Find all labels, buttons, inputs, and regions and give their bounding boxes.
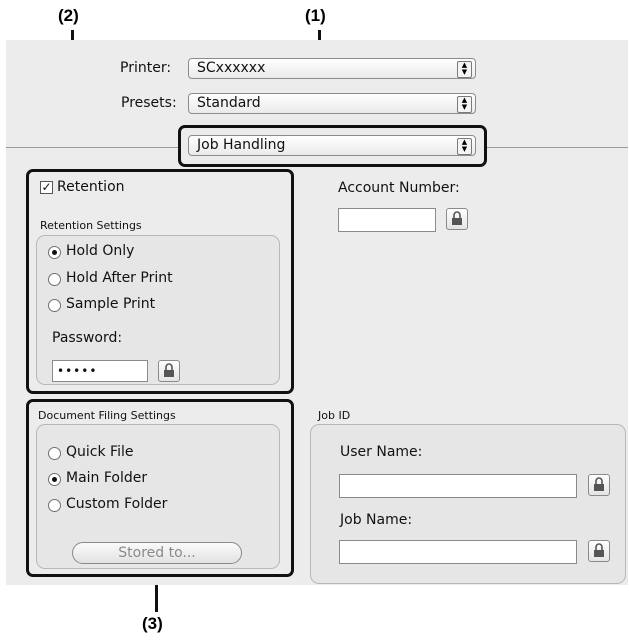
presets-popup[interactable]: Standard ▲ ▼ xyxy=(188,93,476,114)
retention-settings-label: Retention Settings xyxy=(40,219,142,232)
account-number-label: Account Number: xyxy=(338,180,460,196)
custom-folder-label: Custom Folder xyxy=(66,496,168,512)
user-name-label: User Name: xyxy=(340,444,423,460)
user-name-lock-button[interactable] xyxy=(588,474,610,496)
quick-file-label: Quick File xyxy=(66,444,134,460)
password-field[interactable]: ••••• xyxy=(52,360,148,382)
account-lock-button[interactable] xyxy=(446,208,468,230)
printer-value: SCxxxxxx xyxy=(197,60,266,76)
hold-only-label: Hold Only xyxy=(66,243,135,259)
printer-label: Printer: xyxy=(120,60,172,76)
updown-arrows-icon: ▲ ▼ xyxy=(457,138,472,155)
user-name-field[interactable] xyxy=(339,474,577,498)
radio-quick-file[interactable] xyxy=(48,447,61,460)
sample-print-label: Sample Print xyxy=(66,296,156,312)
callout-1: (1) xyxy=(305,6,326,25)
password-label: Password: xyxy=(52,330,123,346)
password-value: ••••• xyxy=(57,364,98,378)
callout-2: (2) xyxy=(58,6,79,25)
pane-value: Job Handling xyxy=(197,137,286,153)
job-id-label: Job ID xyxy=(318,409,351,422)
radio-main-folder[interactable] xyxy=(48,473,61,486)
retention-label: Retention xyxy=(57,179,125,195)
job-name-lock-button[interactable] xyxy=(588,540,610,562)
stored-to-button[interactable]: Stored to... xyxy=(72,542,242,564)
lock-icon xyxy=(164,363,174,377)
callout-3: (3) xyxy=(142,614,163,633)
retention-checkbox[interactable]: ✓ xyxy=(40,181,53,194)
presets-label: Presets: xyxy=(121,95,177,111)
checkmark-icon: ✓ xyxy=(41,180,52,194)
updown-arrows-icon: ▲ ▼ xyxy=(457,61,472,78)
lock-icon xyxy=(594,543,604,557)
pane-separator-left xyxy=(6,147,178,148)
updown-arrows-icon: ▲ ▼ xyxy=(457,96,472,113)
radio-sample-print[interactable] xyxy=(48,299,61,312)
lock-icon xyxy=(594,477,604,491)
pane-popup[interactable]: Job Handling ▲ ▼ xyxy=(188,135,476,156)
radio-hold-only[interactable] xyxy=(48,246,61,259)
hold-after-print-label: Hold After Print xyxy=(66,270,173,286)
password-lock-button[interactable] xyxy=(158,360,180,382)
radio-custom-folder[interactable] xyxy=(48,499,61,512)
lock-icon xyxy=(452,211,462,225)
account-number-field[interactable] xyxy=(338,208,436,232)
main-folder-label: Main Folder xyxy=(66,470,148,486)
job-name-field[interactable] xyxy=(339,540,577,564)
presets-value: Standard xyxy=(197,95,261,111)
pane-separator-right xyxy=(487,147,628,148)
radio-hold-after-print[interactable] xyxy=(48,273,61,286)
document-filing-label: Document Filing Settings xyxy=(38,409,176,422)
job-name-label: Job Name: xyxy=(340,512,413,528)
printer-popup[interactable]: SCxxxxxx ▲ ▼ xyxy=(188,58,476,79)
